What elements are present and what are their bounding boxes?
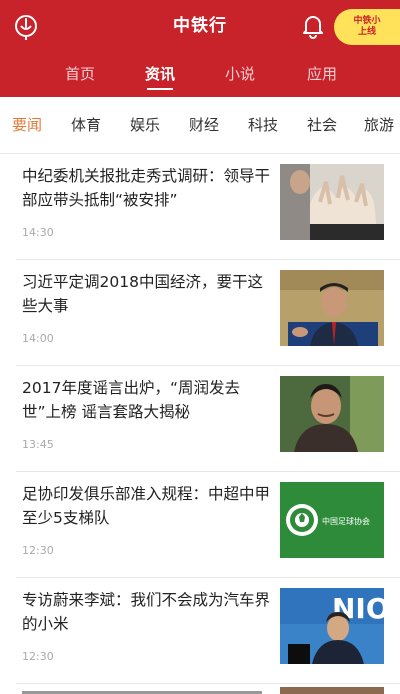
bell-icon[interactable] (300, 12, 326, 40)
item-title: 2017年度谣言出炉，“周润发去世”上榜 谣言套路大揭秘 (22, 379, 240, 421)
item-title: 足协印发俱乐部准入规程：中超中甲至少5支梯队 (22, 485, 271, 527)
cfa-label: 中国足球协会 (322, 516, 370, 526)
item-thumbnail: 中国足球协会 (280, 482, 384, 558)
list-item[interactable]: 2017年度谣言出炉，“周润发去世”上榜 谣言套路大揭秘 13:45 (16, 366, 400, 472)
item-time: 14:00 (22, 332, 54, 345)
item-title: 习近平定调2018中国经济，要干这些大事 (22, 273, 263, 315)
item-time: 14:30 (22, 226, 54, 239)
item-time: 13:45 (22, 438, 54, 451)
item-time: 12:30 (22, 544, 54, 557)
list-item[interactable]: 中纪委机关报批走秀式调研：领导干部应带头抵制“被安排” 14:30 (16, 154, 400, 260)
category-bar: 要闻 体育 娱乐 财经 科技 社会 旅游 (0, 97, 400, 154)
tab-news[interactable]: 资讯 (130, 60, 190, 90)
item-title: 中纪委机关报批走秀式调研：领导干部应带头抵制“被安排” (22, 167, 271, 209)
category-travel[interactable]: 旅游 (364, 115, 394, 135)
category-finance[interactable]: 财经 (189, 115, 219, 135)
tab-novels[interactable]: 小说 (210, 60, 270, 88)
tab-home[interactable]: 首页 (50, 60, 110, 88)
item-thumbnail (280, 270, 384, 346)
item-title: 专访蔚来李斌：我们不会成为汽车界的小米 (22, 591, 271, 633)
badge-line-1: 中铁小 (353, 16, 381, 26)
category-entertainment[interactable]: 娱乐 (130, 115, 160, 135)
tab-apps[interactable]: 应用 (292, 60, 352, 88)
item-thumbnail (280, 164, 384, 240)
app-header: 中铁行 中铁小 上线 首页 资讯 小说 应用 (0, 0, 400, 97)
main-tabs: 首页 资讯 小说 应用 (0, 60, 400, 92)
item-time: 12:30 (22, 650, 54, 663)
list-item[interactable]: 习近平定调2018中国经济，要干这些大事 14:00 (16, 260, 400, 366)
list-item[interactable]: 专访蔚来李斌：我们不会成为汽车界的小米 12:30 NIO (16, 578, 400, 684)
item-thumbnail (280, 376, 384, 452)
promo-badge[interactable]: 中铁小 上线 (334, 9, 400, 45)
item-thumbnail: NIO (280, 588, 384, 664)
category-society[interactable]: 社会 (307, 115, 337, 135)
category-sports[interactable]: 体育 (71, 115, 101, 135)
list-item[interactable]: 足协印发俱乐部准入规程：中超中甲至少5支梯队 12:30 中国足球协会 (16, 472, 400, 578)
list-item-partial[interactable] (16, 683, 400, 694)
badge-line-2: 上线 (357, 27, 376, 37)
category-tech[interactable]: 科技 (248, 115, 278, 135)
category-headlines[interactable]: 要闻 (12, 115, 42, 135)
